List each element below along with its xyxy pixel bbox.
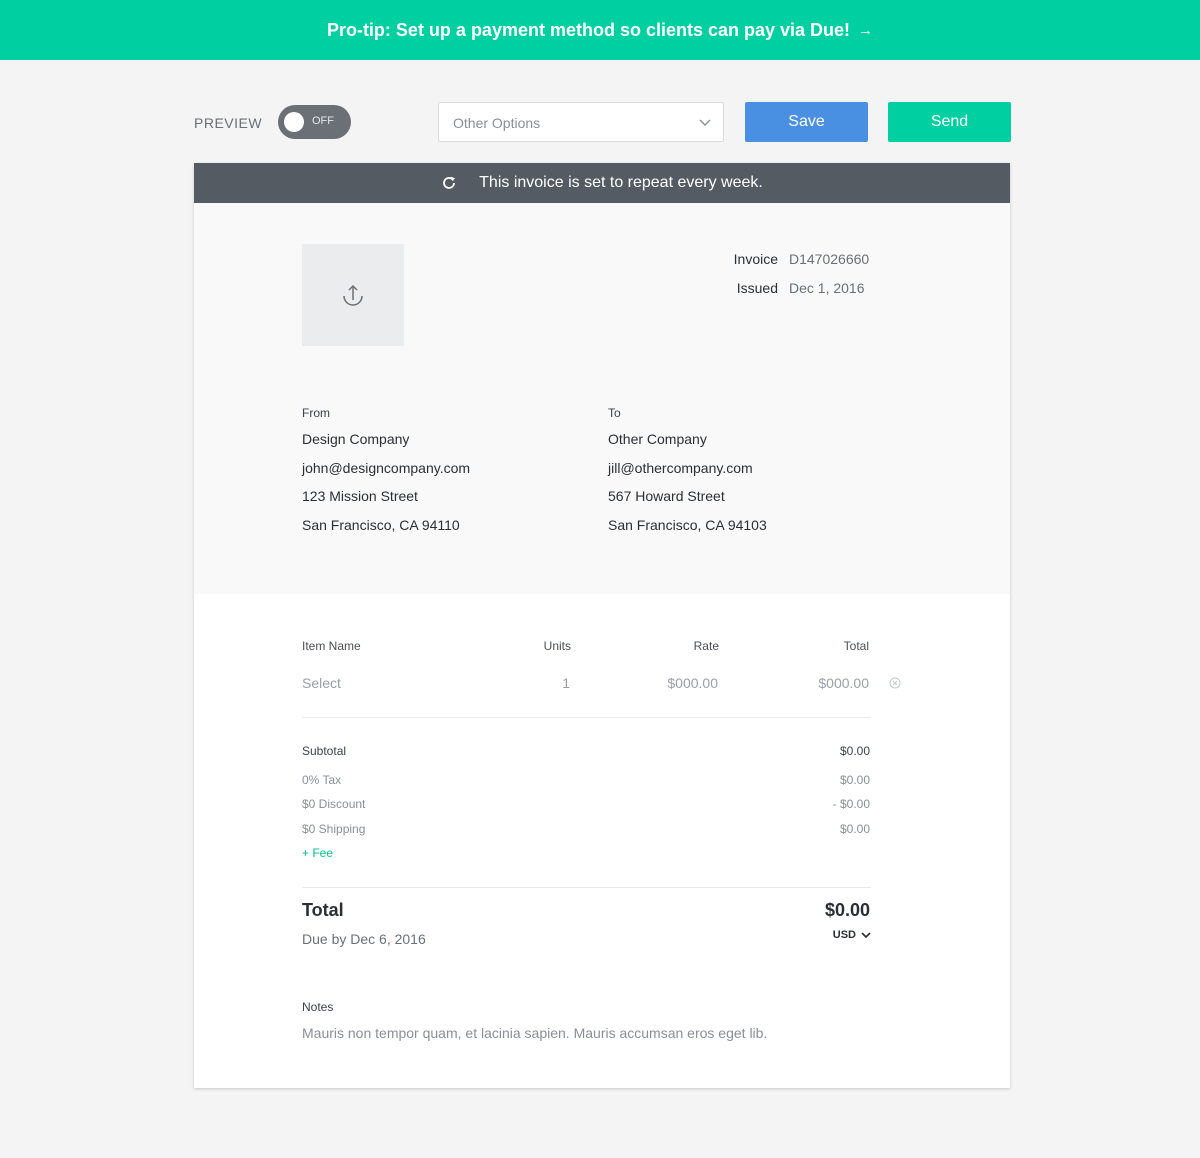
rate-header: Rate xyxy=(693,639,719,653)
tax-label[interactable]: 0% Tax xyxy=(302,773,341,787)
units-header: Units xyxy=(543,639,571,653)
from-email: john@designcompany.com xyxy=(302,460,471,476)
subtotal-label: Subtotal xyxy=(302,744,347,758)
pro-tip-banner[interactable]: Pro-tip: Set up a payment method so clie… xyxy=(0,0,1200,60)
to-email: jill@othercompany.com xyxy=(608,460,753,476)
to-city: San Francisco, CA 94103 xyxy=(608,517,767,533)
shipping-label[interactable]: $0 Shipping xyxy=(302,822,365,836)
due-date[interactable]: Due by Dec 6, 2016 xyxy=(302,931,426,947)
currency-value: USD xyxy=(832,929,856,941)
refresh-icon xyxy=(443,176,456,189)
invoice-number-label: Invoice xyxy=(733,251,778,267)
toggle-state: OFF xyxy=(312,115,334,127)
add-fee-link[interactable]: + Fee xyxy=(302,846,333,860)
issued-label: Issued xyxy=(736,280,778,296)
from-label: From xyxy=(302,406,330,420)
to-label: To xyxy=(608,406,621,420)
item-total-cell: $000.00 xyxy=(818,675,869,691)
pro-tip-text: Pro-tip: Set up a payment method so clie… xyxy=(326,19,851,40)
currency-select[interactable]: USD xyxy=(833,929,871,941)
remove-item-icon[interactable] xyxy=(889,677,901,689)
other-options-value: Other Options xyxy=(453,115,541,131)
invoice-number: D147026660 xyxy=(789,251,870,267)
discount-value: - $0.00 xyxy=(832,797,870,811)
issued-date: Dec 1, 2016 xyxy=(789,280,865,296)
total-value: $0.00 xyxy=(824,900,870,920)
preview-toggle[interactable]: OFF xyxy=(278,105,351,139)
logo-upload[interactable] xyxy=(302,244,404,346)
from-street: 123 Mission Street xyxy=(302,488,418,504)
summary-divider xyxy=(302,887,871,888)
toggle-knob xyxy=(284,112,304,132)
preview-label: PREVIEW xyxy=(194,115,263,131)
total-label: Total xyxy=(302,900,344,920)
item-name-cell[interactable]: Select xyxy=(302,675,341,691)
invoice-card: This invoice is set to repeat every week… xyxy=(194,163,1010,1088)
items-divider xyxy=(302,717,871,718)
other-options-select[interactable]: Other Options xyxy=(438,102,724,142)
subtotal-value: $0.00 xyxy=(839,744,870,758)
item-rate-cell[interactable]: $000.00 xyxy=(667,675,718,691)
arrow-right-icon: → xyxy=(858,21,874,39)
to-street: 567 Howard Street xyxy=(608,488,725,504)
upload-icon xyxy=(343,284,363,306)
item-units-cell[interactable]: 1 xyxy=(562,675,570,691)
chevron-down-icon xyxy=(699,119,711,126)
from-city: San Francisco, CA 94110 xyxy=(302,517,460,533)
notes-text[interactable]: Mauris non tempor quam, et lacinia sapie… xyxy=(302,1025,767,1041)
repeat-notice-text: This invoice is set to repeat every week… xyxy=(479,174,763,191)
total-header: Total xyxy=(843,639,869,653)
chevron-down-icon xyxy=(861,932,871,939)
shipping-value: $0.00 xyxy=(839,822,870,836)
save-button[interactable]: Save xyxy=(745,102,868,142)
repeat-notice-bar: This invoice is set to repeat every week… xyxy=(194,163,1010,203)
notes-label: Notes xyxy=(302,1000,334,1014)
item-name-header: Item Name xyxy=(302,639,361,653)
send-button[interactable]: Send xyxy=(888,102,1011,142)
from-name: Design Company xyxy=(302,431,410,447)
tax-value: $0.00 xyxy=(839,773,870,787)
discount-label[interactable]: $0 Discount xyxy=(302,797,365,811)
to-name: Other Company xyxy=(608,431,707,447)
